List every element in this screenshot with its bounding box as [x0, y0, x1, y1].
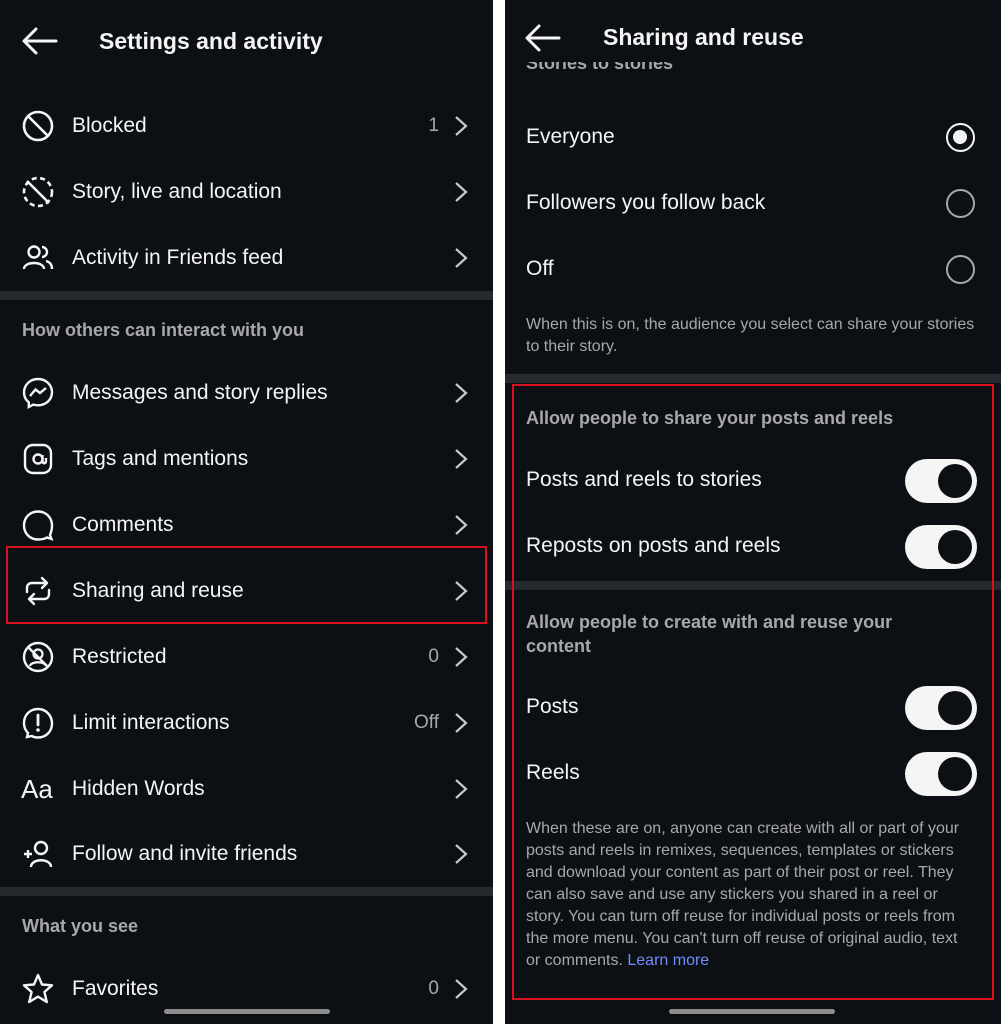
row-label: Hidden Words [72, 777, 205, 800]
highlight-box-sharing [6, 546, 487, 624]
highlight-box-posts-reuse [512, 384, 994, 1000]
page-title: Settings and activity [99, 28, 323, 54]
chevron-right-icon [453, 382, 469, 404]
settings-activity-screen: Settings and activity Blocked 1 Story, l… [0, 0, 493, 1024]
radio-row-off[interactable]: Off [505, 238, 1001, 302]
chevron-right-icon [453, 712, 469, 734]
chevron-right-icon [453, 181, 469, 203]
block-icon [21, 109, 55, 143]
row-value: 0 [428, 978, 439, 999]
row-story-live-location[interactable]: Story, live and location [0, 160, 493, 224]
row-label: Limit interactions [72, 711, 230, 734]
messenger-icon [21, 376, 55, 410]
chevron-right-icon [453, 514, 469, 536]
home-indicator [669, 1009, 835, 1014]
sharing-reuse-screen: Sharing and reuse Stories to stories Eve… [505, 0, 1001, 1024]
row-label: Blocked [72, 114, 147, 137]
row-activity-friends-feed[interactable]: Activity in Friends feed [0, 226, 493, 290]
star-icon [21, 972, 55, 1006]
row-follow-invite[interactable]: Follow and invite friends [0, 822, 493, 886]
row-label: Activity in Friends feed [72, 246, 284, 269]
add-person-icon [21, 837, 55, 871]
back-arrow-icon[interactable] [20, 25, 60, 57]
section-title-stories: Stories to stories [526, 62, 673, 84]
home-indicator [164, 1009, 330, 1014]
story-off-icon [21, 175, 55, 209]
chevron-right-icon [453, 843, 469, 865]
row-label: Follow and invite friends [72, 842, 298, 865]
section-title-text: Stories to stories [526, 62, 674, 73]
stories-description: When this is on, the audience you select… [526, 316, 975, 355]
radio-label: Followers you follow back [526, 191, 766, 214]
section-divider [0, 887, 493, 896]
row-value: Off [414, 712, 439, 733]
row-label: Messages and story replies [72, 381, 328, 404]
restricted-icon [21, 640, 55, 674]
radio-label: Everyone [526, 125, 615, 148]
back-arrow-icon[interactable] [523, 22, 563, 54]
chevron-right-icon [453, 978, 469, 1000]
limit-icon [21, 706, 55, 740]
row-label: Comments [72, 513, 174, 536]
row-value: 1 [428, 115, 439, 136]
row-hidden-words[interactable]: Aa Hidden Words [0, 757, 493, 821]
header: Settings and activity [0, 0, 493, 84]
row-blocked[interactable]: Blocked 1 [0, 94, 493, 158]
page-title: Sharing and reuse [603, 24, 804, 50]
row-label: Story, live and location [72, 180, 282, 203]
chevron-right-icon [453, 115, 469, 137]
section-divider [0, 291, 493, 300]
row-label: Favorites [72, 977, 159, 1000]
row-limit-interactions[interactable]: Limit interactions Off [0, 691, 493, 755]
section-title-what-you-see: What you see [22, 916, 139, 936]
section-title-interact: How others can interact with you [22, 320, 305, 340]
chevron-right-icon [453, 448, 469, 470]
row-tags-mentions[interactable]: Tags and mentions [0, 427, 493, 491]
chevron-right-icon [453, 778, 469, 800]
section-divider [505, 374, 1001, 383]
chevron-right-icon [453, 646, 469, 668]
radio-label: Off [526, 257, 554, 280]
radio-row-everyone[interactable]: Everyone [505, 106, 1001, 170]
friends-icon [21, 241, 55, 275]
row-restricted[interactable]: Restricted 0 [0, 625, 493, 689]
row-value: 0 [428, 646, 439, 667]
radio-followers-follow-back[interactable] [946, 189, 975, 218]
radio-off[interactable] [946, 255, 975, 284]
hidden-words-icon: Aa [21, 774, 53, 804]
at-icon [21, 442, 55, 476]
row-label: Restricted [72, 645, 167, 668]
radio-everyone[interactable] [946, 123, 975, 152]
chevron-right-icon [453, 247, 469, 269]
row-messages-story-replies[interactable]: Messages and story replies [0, 361, 493, 425]
radio-row-followers-follow-back[interactable]: Followers you follow back [505, 172, 1001, 236]
comment-icon [21, 508, 55, 542]
row-label: Tags and mentions [72, 447, 249, 470]
